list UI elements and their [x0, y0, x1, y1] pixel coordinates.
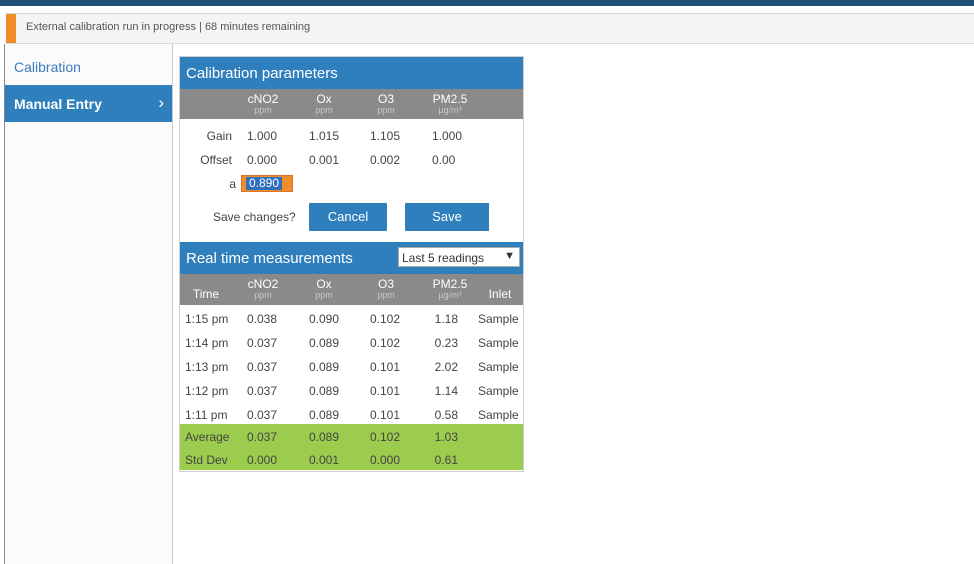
- cell-pm25: 0.58: [434, 408, 458, 422]
- calibration-header-row: cNO2 ppm Ox ppm O3 ppm PM2.5 µg/m³: [180, 89, 523, 119]
- cell-inlet: Sample: [478, 408, 519, 422]
- window-top-border: [0, 0, 974, 6]
- chevron-right-icon: ›: [158, 93, 164, 112]
- cell-o3: 0.102: [370, 336, 401, 350]
- dropdown-arrow-icon: ▼: [504, 250, 515, 262]
- cell-cno2: 0.000: [247, 453, 278, 467]
- column-header-cno2: cNO2 ppm: [247, 92, 279, 115]
- cell-inlet: Sample: [478, 312, 519, 326]
- cell-pm25: 1.14: [434, 384, 458, 398]
- cell-cno2: 0.038: [247, 312, 278, 326]
- column-header-inlet: Inlet: [488, 287, 512, 301]
- save-changes-prompt: Save changes?: [213, 210, 296, 224]
- readings-dropdown[interactable]: Last 5 readings ▼: [398, 247, 520, 267]
- cell-ox: 0.089: [309, 336, 340, 350]
- row-label-a: a: [229, 177, 236, 191]
- offset-pm25: 0.00: [432, 153, 456, 167]
- sidebar-item-label: Calibration: [14, 59, 81, 75]
- cell-inlet: Sample: [478, 336, 519, 350]
- row-time: 1:11 pm: [185, 408, 228, 422]
- cell-o3: 0.102: [370, 312, 401, 326]
- cell-inlet: Sample: [478, 384, 519, 398]
- cell-pm25: 2.02: [434, 360, 458, 374]
- cell-o3: 0.000: [370, 453, 401, 467]
- column-header-o3: O3 ppm: [377, 92, 395, 115]
- status-indicator: [6, 14, 16, 43]
- column-header-time: Time: [192, 287, 220, 301]
- cell-cno2: 0.037: [247, 408, 278, 422]
- cell-pm25: 0.61: [434, 453, 458, 467]
- a-value-input[interactable]: 0.890: [241, 175, 293, 192]
- cell-o3: 0.101: [370, 360, 401, 374]
- cell-ox: 0.089: [309, 430, 340, 444]
- sidebar: Calibration Manual Entry ›: [4, 44, 173, 564]
- offset-o3: 0.002: [370, 153, 401, 167]
- column-header-o3: O3 ppm: [377, 277, 395, 300]
- row-label-offset: Offset: [200, 153, 232, 167]
- cancel-button[interactable]: Cancel: [309, 203, 387, 231]
- cell-cno2: 0.037: [247, 336, 278, 350]
- calibration-title-bar: Calibration parameters: [180, 57, 523, 89]
- row-label-gain: Gain: [206, 129, 232, 143]
- gain-ox: 1.015: [309, 129, 340, 143]
- cell-ox: 0.001: [309, 453, 340, 467]
- realtime-title: Real time measurements: [186, 250, 353, 267]
- column-header-pm25: PM2.5 µg/m³: [432, 277, 468, 300]
- readings-dropdown-value: Last 5 readings: [402, 251, 485, 265]
- column-header-pm25: PM2.5 µg/m³: [432, 92, 468, 115]
- realtime-header-row: Time cNO2 ppm Ox ppm O3 ppm PM2.5 µg/m³ Inle…: [180, 274, 523, 305]
- cell-inlet: Sample: [478, 360, 519, 374]
- offset-cno2: 0.000: [247, 153, 278, 167]
- cell-o3: 0.101: [370, 384, 401, 398]
- gain-cno2: 1.000: [247, 129, 278, 143]
- summary-block: [180, 424, 523, 470]
- sidebar-item-manual-entry[interactable]: Manual Entry ›: [5, 85, 172, 122]
- column-header-ox: Ox ppm: [315, 92, 333, 115]
- cell-cno2: 0.037: [247, 360, 278, 374]
- cell-o3: 0.101: [370, 408, 401, 422]
- column-header-cno2: cNO2 ppm: [247, 277, 279, 300]
- cell-o3: 0.102: [370, 430, 401, 444]
- cell-cno2: 0.037: [247, 430, 278, 444]
- gain-o3: 1.105: [370, 129, 401, 143]
- cell-pm25: 1.03: [434, 430, 458, 444]
- row-time: 1:14 pm: [185, 336, 229, 350]
- cell-ox: 0.089: [309, 408, 340, 422]
- main-panel: Calibration parameters cNO2 ppm Ox ppm O3 p…: [179, 56, 524, 472]
- sidebar-item-label: Manual Entry: [14, 96, 102, 112]
- sidebar-item-calibration[interactable]: Calibration: [5, 48, 172, 85]
- offset-ox: 0.001: [309, 153, 340, 167]
- row-label-average: Average: [185, 430, 230, 444]
- a-value-selected-text: 0.890: [246, 177, 283, 190]
- cell-pm25: 0.23: [434, 336, 458, 350]
- row-time: 1:15 pm: [185, 312, 229, 326]
- calibration-title: Calibration parameters: [186, 65, 338, 82]
- row-label-std-dev: Std Dev: [185, 453, 228, 467]
- status-text: External calibration run in progress | 6…: [26, 21, 311, 33]
- cell-ox: 0.090: [309, 312, 340, 326]
- cell-cno2: 0.037: [247, 384, 278, 398]
- cell-ox: 0.089: [309, 360, 340, 374]
- row-time: 1:13 pm: [185, 360, 229, 374]
- column-header-ox: Ox ppm: [315, 277, 333, 300]
- save-button[interactable]: Save: [405, 203, 489, 231]
- row-time: 1:12 pm: [185, 384, 229, 398]
- status-bar: External calibration run in progress | 6…: [6, 13, 974, 44]
- gain-pm25: 1.000: [432, 129, 463, 143]
- cell-ox: 0.089: [309, 384, 340, 398]
- cell-pm25: 1.18: [434, 312, 458, 326]
